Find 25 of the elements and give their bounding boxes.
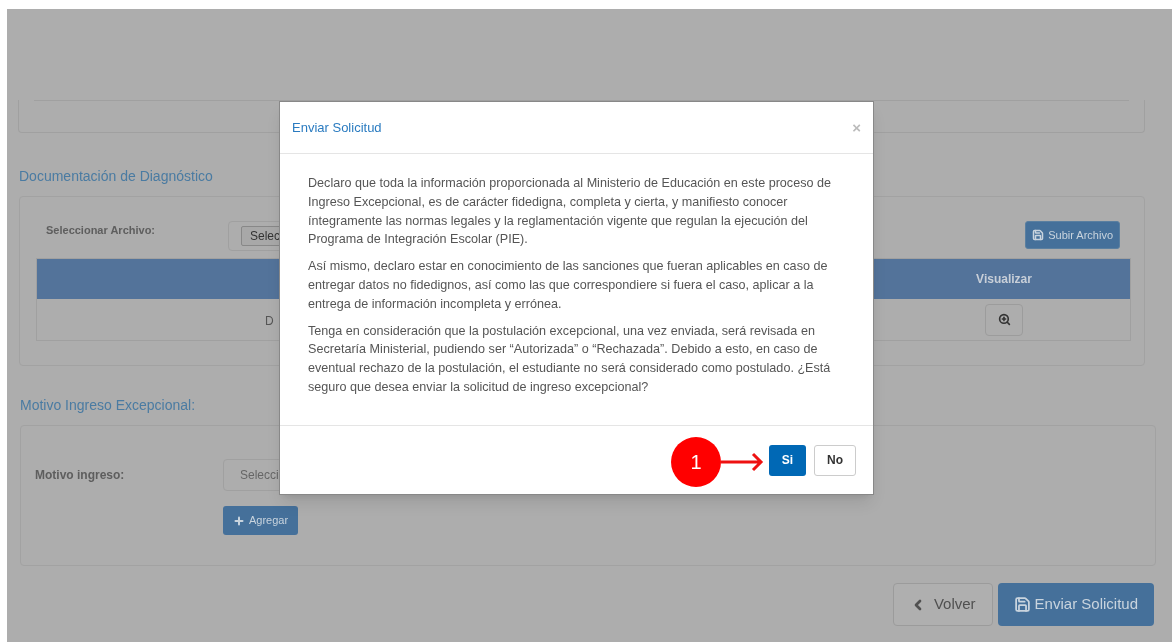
- section-title: Documentación de Diagnóstico: [19, 167, 213, 186]
- save-icon: [1032, 229, 1045, 241]
- view-button[interactable]: [985, 303, 1023, 336]
- file-label: Seleccionar Archivo:: [46, 223, 157, 238]
- dialog-paragraph: Tenga en consideración que la postulación excepcional, una vez enviada, será revisada en Secretaría Ministerial, pudiendo ser “Autorizada” o “Rechazada”. Debido a esto, en caso de eventual rechazo de la postulación, el estudiante no será considerado como postulado. ¿Está seguro que desea enviar la solicitud de ingreso excepcional?: [308, 322, 832, 396]
- dialog-paragraph: Así mismo, declaro estar en conocimiento de las sanciones que fueran aplicables en caso de entregar datos no fidedignos, así como las que correspondiere si fuera el caso, aplicar a la entrega de información incompleta y errónea.: [308, 258, 829, 313]
- back-button[interactable]: Volver: [892, 583, 993, 626]
- step-number-marker: 1: [671, 437, 721, 487]
- upload-button[interactable]: Subir Archivo: [1025, 221, 1120, 249]
- column-header: Visualizar: [976, 271, 1032, 288]
- dialog-title: Enviar Solicitud: [292, 118, 382, 137]
- choose-file-button[interactable]: Selec: [241, 226, 282, 246]
- plus-icon: [233, 514, 245, 527]
- add-button[interactable]: Agregar: [223, 506, 299, 535]
- save-icon: [1013, 596, 1031, 613]
- section-title: Motivo Ingreso Excepcional:: [20, 396, 196, 415]
- table-cell: D: [265, 313, 274, 328]
- submit-button[interactable]: Enviar Solicitud: [997, 583, 1154, 626]
- arrow-icon: [721, 451, 765, 473]
- reason-label: Motivo ingreso:: [35, 467, 126, 484]
- no-button[interactable]: No: [814, 444, 856, 476]
- zoom-in-icon: [997, 313, 1011, 326]
- dialog-paragraph: Declaro que toda la información proporcionada al Ministerio de Educación en este proceso de Ingreso Excepcional, es de carácter fidedigna, completa y cierta, y manifiesto conocer íntegramente las normas legales y la reglamentación vigente que regulan la ejecución del Programa de Integración Escolar (PIE).: [308, 175, 832, 249]
- yes-button[interactable]: Si: [769, 444, 806, 476]
- close-button[interactable]: ×: [852, 120, 861, 135]
